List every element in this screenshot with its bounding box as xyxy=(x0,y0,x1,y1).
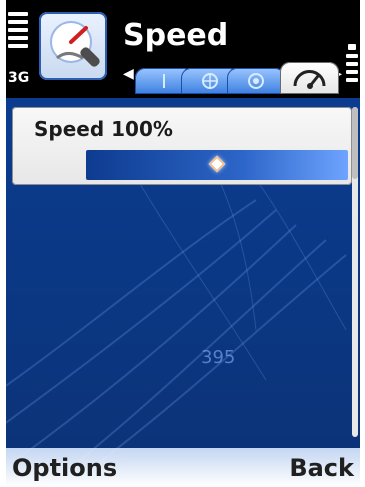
chevron-left-icon[interactable]: ◀ xyxy=(123,66,134,82)
speed-app-icon xyxy=(39,12,107,80)
scrollbar-thumb[interactable] xyxy=(352,107,358,179)
title-bar: 3G Speed ◀ ▶ xyxy=(6,0,360,98)
tab-speedometer[interactable] xyxy=(280,62,339,94)
phone-screen: 395 3G Speed ◀ ▶ xyxy=(6,0,360,487)
network-label: 3G xyxy=(8,70,30,86)
back-softkey[interactable]: Back xyxy=(289,454,354,482)
softkey-bar: Options Back xyxy=(6,448,360,487)
battery-bars-icon xyxy=(346,44,358,88)
speed-setting-item[interactable]: Speed 100% xyxy=(12,107,352,185)
speed-app-icon-graphic xyxy=(50,21,100,67)
options-softkey[interactable]: Options xyxy=(12,454,117,482)
target-icon xyxy=(248,73,264,89)
speed-slider-thumb[interactable] xyxy=(208,155,226,173)
page-title: Speed xyxy=(123,18,229,53)
tab-strip xyxy=(135,60,339,94)
road-label: 395 xyxy=(201,347,235,368)
speed-slider[interactable] xyxy=(86,150,348,180)
road-label-group: 395 xyxy=(201,347,235,368)
scrollbar[interactable] xyxy=(352,107,358,437)
speed-setting-label: Speed 100% xyxy=(34,117,173,141)
speedometer-icon xyxy=(293,70,326,89)
tab-target[interactable] xyxy=(227,68,285,94)
signal-bars-icon xyxy=(8,12,28,66)
